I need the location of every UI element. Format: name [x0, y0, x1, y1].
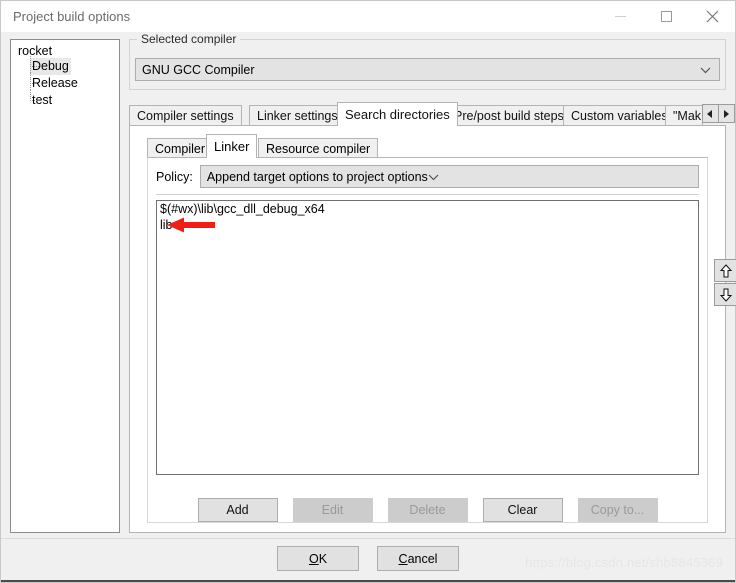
move-down-button[interactable]: [714, 283, 736, 306]
tab-label: Pre/post build steps: [454, 108, 564, 123]
button-label: Copy to...: [590, 503, 645, 517]
dialog-footer: OK Cancel https://blog.csdn.net/shb88453…: [1, 539, 735, 582]
tree-item-debug[interactable]: Debug: [30, 56, 80, 75]
delete-button[interactable]: Delete: [387, 498, 468, 522]
selected-compiler-label: Selected compiler: [137, 32, 241, 46]
inner-tab-resource-compiler[interactable]: Resource compiler: [258, 138, 379, 158]
minimize-button[interactable]: [597, 1, 643, 32]
target-tree[interactable]: rocket Debug Release test: [10, 39, 120, 533]
tree-line-vertical: [30, 56, 31, 73]
button-label: Clear: [507, 503, 538, 517]
search-directories-list[interactable]: $(#wx)\lib\gcc_dll_debug_x64 lib: [156, 200, 699, 475]
arrow-down-icon: [720, 288, 732, 302]
tab-label: Linker settings: [257, 108, 338, 123]
policy-select[interactable]: Append target options to project options: [199, 165, 699, 188]
chevron-down-icon: [700, 63, 711, 77]
tab-custom-variables[interactable]: Custom variables: [563, 105, 676, 125]
tree-root-label: rocket: [18, 44, 53, 58]
tab-make-commands[interactable]: "Mak: [665, 105, 703, 125]
dialog-buttons: OK Cancel: [277, 546, 459, 571]
tab-compiler-settings[interactable]: Compiler settings: [129, 105, 242, 125]
close-button[interactable]: [689, 1, 735, 32]
tree-root-node[interactable]: rocket Debug Release test: [18, 44, 80, 109]
inner-tab-label: Linker: [214, 139, 250, 154]
tab-label: Search directories: [345, 107, 450, 122]
add-button[interactable]: Add: [197, 498, 278, 522]
panel-divider: [156, 194, 699, 195]
chevron-left-icon: [707, 109, 712, 118]
tree-line-vertical: [30, 73, 31, 90]
window-title: Project build options: [13, 9, 131, 24]
ok-button-label: K: [318, 551, 328, 566]
button-label: Add: [226, 503, 249, 517]
tree-item-release[interactable]: Release: [30, 73, 80, 92]
linker-search-dirs-panel: Policy: Append target options to project…: [147, 157, 736, 523]
inner-tab-label: Compiler: [155, 141, 206, 156]
reorder-buttons: [714, 259, 736, 307]
list-item[interactable]: $(#wx)\lib\gcc_dll_debug_x64: [157, 201, 698, 217]
tab-label: Custom variables: [571, 108, 668, 123]
ok-button[interactable]: OK: [277, 546, 359, 571]
compiler-select-value: GNU GCC Compiler: [142, 62, 255, 77]
chevron-right-icon: [724, 109, 729, 118]
policy-select-value: Append target options to project options: [206, 169, 428, 184]
tree-line-horizontal: [30, 66, 39, 67]
ok-button-mnemonic: O: [308, 551, 319, 566]
arrow-up-icon: [720, 263, 732, 277]
list-item[interactable]: lib: [157, 217, 698, 233]
window-controls: [597, 1, 735, 32]
inner-tab-label: Resource compiler: [266, 141, 371, 156]
list-action-buttons: Add Edit Delete Clear Copy to...: [130, 498, 725, 522]
policy-row: Policy: Append target options to project…: [156, 165, 699, 188]
tree-line-horizontal: [30, 83, 39, 84]
title-bar: Project build options: [1, 1, 735, 32]
inner-tab-compiler[interactable]: Compiler: [147, 138, 214, 158]
tab-search-directories[interactable]: Search directories: [337, 102, 458, 126]
move-up-button[interactable]: [714, 259, 736, 282]
inner-tab-linker[interactable]: Linker: [206, 134, 258, 158]
tab-linker-settings[interactable]: Linker settings: [249, 105, 346, 125]
edit-button[interactable]: Edit: [292, 498, 373, 522]
search-directories-page: Compiler Linker Resource compiler Policy…: [129, 125, 736, 533]
copy-to-button[interactable]: Copy to...: [577, 498, 658, 522]
tree-line-vertical: [30, 90, 31, 100]
chevron-down-icon: [428, 170, 439, 184]
cancel-button-mnemonic: C: [398, 551, 408, 566]
settings-tabs: Compiler settings Linker settings Search…: [129, 102, 735, 126]
tab-label: "Mak: [673, 108, 702, 123]
cancel-button-label: ancel: [407, 551, 438, 566]
tree-item-test[interactable]: test: [30, 90, 80, 109]
tab-scroll-right-button[interactable]: [718, 104, 735, 123]
main-panel: Selected compiler GNU GCC Compiler Compi…: [129, 32, 736, 533]
tree-line-horizontal: [30, 100, 39, 101]
cancel-button[interactable]: Cancel: [377, 546, 459, 571]
close-icon: [706, 10, 718, 23]
tab-label: Compiler settings: [137, 108, 234, 123]
dialog-body: rocket Debug Release test Selected compi…: [1, 32, 736, 582]
minimize-icon: [614, 16, 626, 17]
button-label: Delete: [409, 503, 446, 517]
tab-scroll-left-button[interactable]: [702, 104, 719, 123]
policy-label: Policy:: [156, 169, 193, 184]
clear-button[interactable]: Clear: [482, 498, 563, 522]
tab-pre-post-build-steps[interactable]: Pre/post build steps: [446, 105, 572, 125]
maximize-icon: [660, 11, 672, 22]
compiler-select[interactable]: GNU GCC Compiler: [135, 58, 720, 81]
maximize-button[interactable]: [643, 1, 689, 32]
button-label: Edit: [321, 503, 344, 517]
watermark-text: https://blog.csdn.net/shb8845369: [525, 555, 723, 570]
window-bottom-border: [1, 580, 735, 582]
project-build-options-window: Project build options rocket Debug Relea…: [0, 0, 736, 583]
